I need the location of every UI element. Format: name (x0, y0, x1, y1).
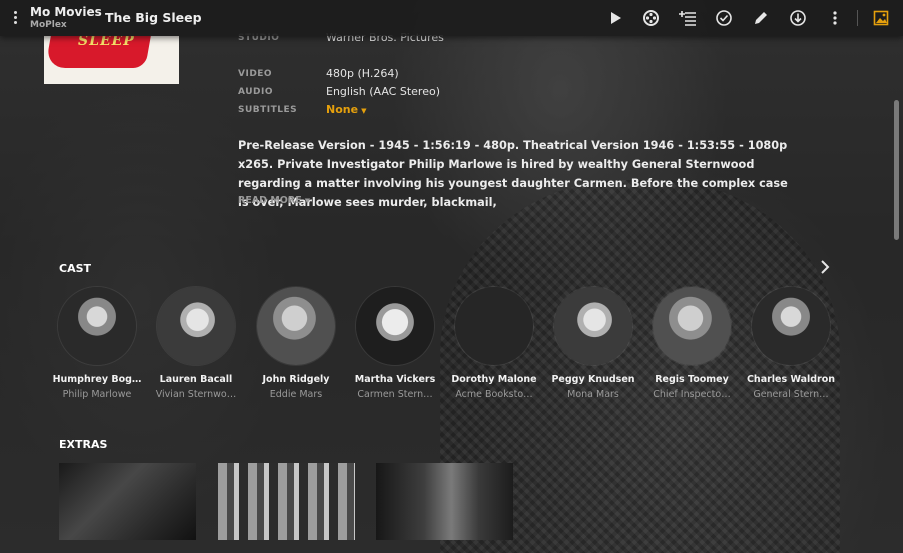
cast-member[interactable]: Charles Waldron General Stern… (741, 287, 841, 400)
video-value: 480p (H.264) (326, 67, 399, 80)
cast-name: Regis Toomey (655, 374, 729, 385)
cast-member[interactable]: Lauren Bacall Vivian Sternwo… (146, 287, 246, 400)
caret-down-icon: ▼ (361, 107, 367, 115)
cast-name: Lauren Bacall (159, 374, 233, 385)
avatar (257, 287, 335, 365)
cast-member[interactable]: John Ridgely Eddie Mars (246, 287, 346, 400)
extra-thumbnail[interactable] (59, 463, 196, 540)
cast-role: Acme Booksto… (455, 389, 533, 400)
cast-role: Carmen Stern… (357, 389, 433, 400)
trailer-reel-icon[interactable] (641, 8, 661, 28)
subtitles-label: SUBTITLES (238, 105, 298, 115)
avatar (455, 287, 533, 365)
cast-role: Philip Marlowe (62, 389, 132, 400)
summary-text: Pre-Release Version - 1945 - 1:56:19 - 4… (238, 139, 788, 209)
more-vertical-icon[interactable] (825, 8, 845, 28)
sidebar-menu-icon[interactable] (8, 9, 22, 27)
avatar (554, 287, 632, 365)
read-more-label: READ MORE (238, 195, 302, 206)
poster-image[interactable]: SLEEP (44, 36, 179, 84)
top-bar: Mo Movies MoPlex The Big Sleep (0, 0, 903, 36)
download-icon[interactable] (788, 8, 808, 28)
cast-member[interactable]: Humphrey Bog… Philip Marlowe (47, 287, 147, 400)
video-label: VIDEO (238, 69, 273, 79)
cast-name: Peggy Knudsen (551, 374, 635, 385)
edit-pencil-icon[interactable] (751, 8, 771, 28)
play-icon[interactable] (605, 8, 625, 28)
cast-name: Dorothy Malone (451, 374, 537, 385)
page-title: The Big Sleep (105, 10, 202, 25)
caret-down-icon: ▼ (304, 197, 311, 205)
cast-role: Vivian Sternwo… (155, 389, 237, 400)
chevron-right-icon[interactable] (818, 259, 832, 275)
avatar (157, 287, 235, 365)
subtitles-dropdown[interactable]: None ▼ (326, 103, 366, 116)
audio-value: English (AAC Stereo) (326, 85, 440, 98)
cast-name: John Ridgely (262, 374, 330, 385)
avatar (752, 287, 830, 365)
cast-name: Charles Waldron (746, 374, 836, 385)
extras-section-title: EXTRAS (59, 438, 108, 451)
cast-role: Mona Mars (567, 389, 619, 400)
cast-name: Humphrey Bog… (52, 374, 142, 385)
add-to-playlist-icon[interactable] (678, 8, 698, 28)
poster-title-art: SLEEP (78, 36, 135, 49)
read-more-button[interactable]: READ MORE ▼ (238, 195, 310, 206)
extra-thumbnail[interactable] (376, 463, 513, 540)
extra-thumbnail[interactable] (218, 463, 355, 540)
subtitles-value: None (326, 103, 359, 116)
toolbar-divider (857, 10, 858, 26)
cast-role: Chief Inspecto… (653, 389, 731, 400)
cast-section-title: CAST (59, 262, 92, 275)
cast-member[interactable]: Peggy Knudsen Mona Mars (543, 287, 643, 400)
image-icon[interactable] (871, 8, 891, 28)
cast-member[interactable]: Regis Toomey Chief Inspecto… (642, 287, 742, 400)
library-title[interactable]: Mo Movies (30, 5, 102, 19)
audio-label: AUDIO (238, 87, 273, 97)
cast-name: Martha Vickers (354, 374, 436, 385)
cast-role: Eddie Mars (269, 389, 323, 400)
cast-member[interactable]: Martha Vickers Carmen Stern… (345, 287, 445, 400)
avatar (58, 287, 136, 365)
avatar (653, 287, 731, 365)
mark-watched-icon[interactable] (714, 8, 734, 28)
cast-role: General Stern… (753, 389, 829, 400)
avatar (356, 287, 434, 365)
scrollbar[interactable] (894, 100, 899, 240)
cast-member[interactable]: Dorothy Malone Acme Booksto… (444, 287, 544, 400)
server-name: MoPlex (30, 20, 67, 30)
